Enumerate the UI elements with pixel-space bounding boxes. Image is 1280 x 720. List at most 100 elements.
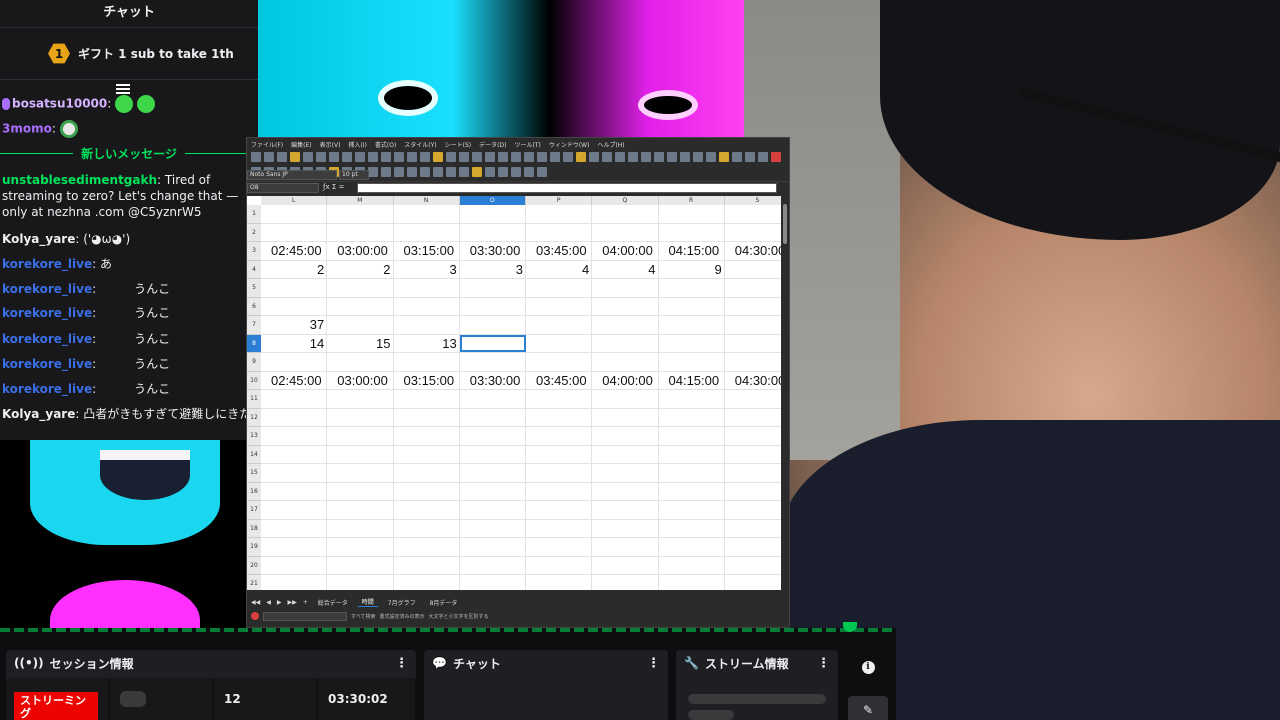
cell[interactable] — [327, 205, 394, 223]
cell[interactable] — [725, 483, 782, 501]
menu-item[interactable]: シート(S) — [445, 140, 472, 149]
cell[interactable] — [394, 519, 460, 537]
cell[interactable] — [394, 223, 460, 241]
cell[interactable] — [460, 279, 526, 297]
row-header[interactable]: 20 — [247, 556, 261, 575]
cell[interactable] — [526, 464, 593, 482]
toolbar-button-icon[interactable] — [498, 152, 508, 162]
cell[interactable]: 03:15:00 — [394, 242, 460, 260]
find-input[interactable] — [263, 611, 347, 621]
cell[interactable] — [394, 353, 460, 371]
cell[interactable] — [327, 390, 394, 408]
cell[interactable] — [526, 353, 593, 371]
row-header[interactable]: 1 — [247, 205, 261, 224]
find-option[interactable]: 大文字と小文字を区別する — [428, 613, 488, 620]
sheet-tab[interactable]: 時間 — [357, 597, 378, 607]
row-header[interactable]: 14 — [247, 445, 261, 464]
column-header[interactable]: S — [725, 196, 782, 205]
sheet-tab[interactable]: 8月データ — [426, 598, 462, 607]
cell[interactable] — [327, 575, 394, 590]
toolbar-button-icon[interactable] — [654, 152, 664, 162]
toolbar-button-icon[interactable] — [355, 152, 365, 162]
function-icon[interactable]: ƒx Σ = — [323, 183, 344, 191]
menu-item[interactable]: ヘルプ(H) — [597, 140, 624, 149]
cell[interactable]: 14 — [261, 334, 328, 352]
cell[interactable]: 02:45:00 — [261, 242, 328, 260]
cell[interactable]: 13 — [394, 334, 460, 352]
cell[interactable] — [659, 575, 725, 590]
cell[interactable] — [592, 205, 659, 223]
toolbar-button-icon[interactable] — [485, 152, 495, 162]
toolbar-button-icon[interactable] — [576, 152, 586, 162]
cell[interactable] — [327, 464, 394, 482]
column-header[interactable]: R — [659, 196, 725, 205]
cell[interactable] — [725, 224, 782, 242]
toolbar-button-icon[interactable] — [641, 152, 651, 162]
row-header[interactable]: 12 — [247, 408, 261, 427]
edit-button[interactable]: ✎ — [848, 696, 888, 720]
cell[interactable] — [394, 408, 460, 426]
cell[interactable] — [592, 464, 659, 482]
toolbar-button-icon[interactable] — [277, 152, 287, 162]
row-header[interactable]: 13 — [247, 427, 261, 446]
cell[interactable] — [592, 556, 659, 574]
cell[interactable] — [659, 519, 725, 537]
chat-username[interactable]: korekore_live — [2, 382, 92, 396]
cell[interactable] — [725, 501, 782, 519]
cell[interactable]: 03:45:00 — [526, 242, 593, 260]
cell[interactable] — [526, 297, 593, 315]
cell[interactable] — [327, 316, 394, 334]
cell[interactable] — [261, 501, 328, 519]
cell[interactable] — [592, 445, 659, 463]
row-header[interactable]: 11 — [247, 390, 261, 409]
cell[interactable]: 2 — [261, 260, 328, 278]
tab-nav-icon[interactable]: + — [303, 599, 308, 606]
cell[interactable] — [659, 205, 725, 223]
cell[interactable] — [592, 390, 659, 408]
chat-username[interactable]: korekore_live — [2, 306, 92, 320]
cell[interactable] — [725, 464, 782, 482]
cell[interactable] — [394, 427, 460, 445]
menu-item[interactable]: ウィンドウ(W) — [549, 140, 590, 149]
cell[interactable] — [460, 464, 526, 482]
cell[interactable] — [460, 556, 526, 574]
cell[interactable]: 15 — [327, 334, 394, 352]
cell[interactable] — [592, 297, 659, 315]
toolbar-button-icon[interactable] — [342, 152, 352, 162]
tab-nav-icon[interactable]: ◀ — [266, 599, 271, 606]
cell[interactable] — [592, 334, 659, 352]
cell[interactable] — [394, 556, 460, 574]
row-header[interactable]: 18 — [247, 519, 261, 538]
cell[interactable] — [659, 464, 725, 482]
cell[interactable] — [725, 446, 782, 464]
cell[interactable] — [327, 297, 394, 315]
cell[interactable]: 03:00:00 — [327, 371, 394, 389]
cell[interactable] — [526, 501, 593, 519]
chat-username[interactable]: 3momo — [2, 122, 52, 136]
cell[interactable] — [659, 297, 725, 315]
cell[interactable] — [261, 297, 328, 315]
cell[interactable] — [526, 427, 593, 445]
cell[interactable]: 03:30:00 — [460, 242, 526, 260]
cell[interactable] — [327, 223, 394, 241]
menu-item[interactable]: スタイル(Y) — [404, 140, 436, 149]
cell[interactable] — [327, 279, 394, 297]
gift-leaderboard[interactable]: 1 ギフト 1 sub to take 1th — [0, 28, 258, 80]
cell[interactable] — [526, 334, 593, 352]
cell[interactable] — [592, 316, 659, 334]
cell[interactable] — [394, 390, 460, 408]
toolbar-button-icon[interactable] — [758, 152, 768, 162]
cell[interactable]: 02:45:00 — [261, 371, 328, 389]
toolbar-button-icon[interactable] — [394, 152, 404, 162]
column-header[interactable]: N — [394, 196, 460, 205]
cell[interactable] — [526, 316, 593, 334]
cell[interactable]: 4 — [526, 260, 593, 278]
toolbar-button-icon[interactable] — [368, 152, 378, 162]
cell[interactable] — [592, 501, 659, 519]
cell[interactable] — [659, 427, 725, 445]
menu-item[interactable]: 挿入(I) — [348, 140, 366, 149]
info-button[interactable]: i — [848, 652, 888, 682]
cell[interactable] — [659, 316, 725, 334]
more-options-icon[interactable]: ⋮ — [647, 656, 660, 671]
cell[interactable]: 03:30:00 — [460, 371, 526, 389]
